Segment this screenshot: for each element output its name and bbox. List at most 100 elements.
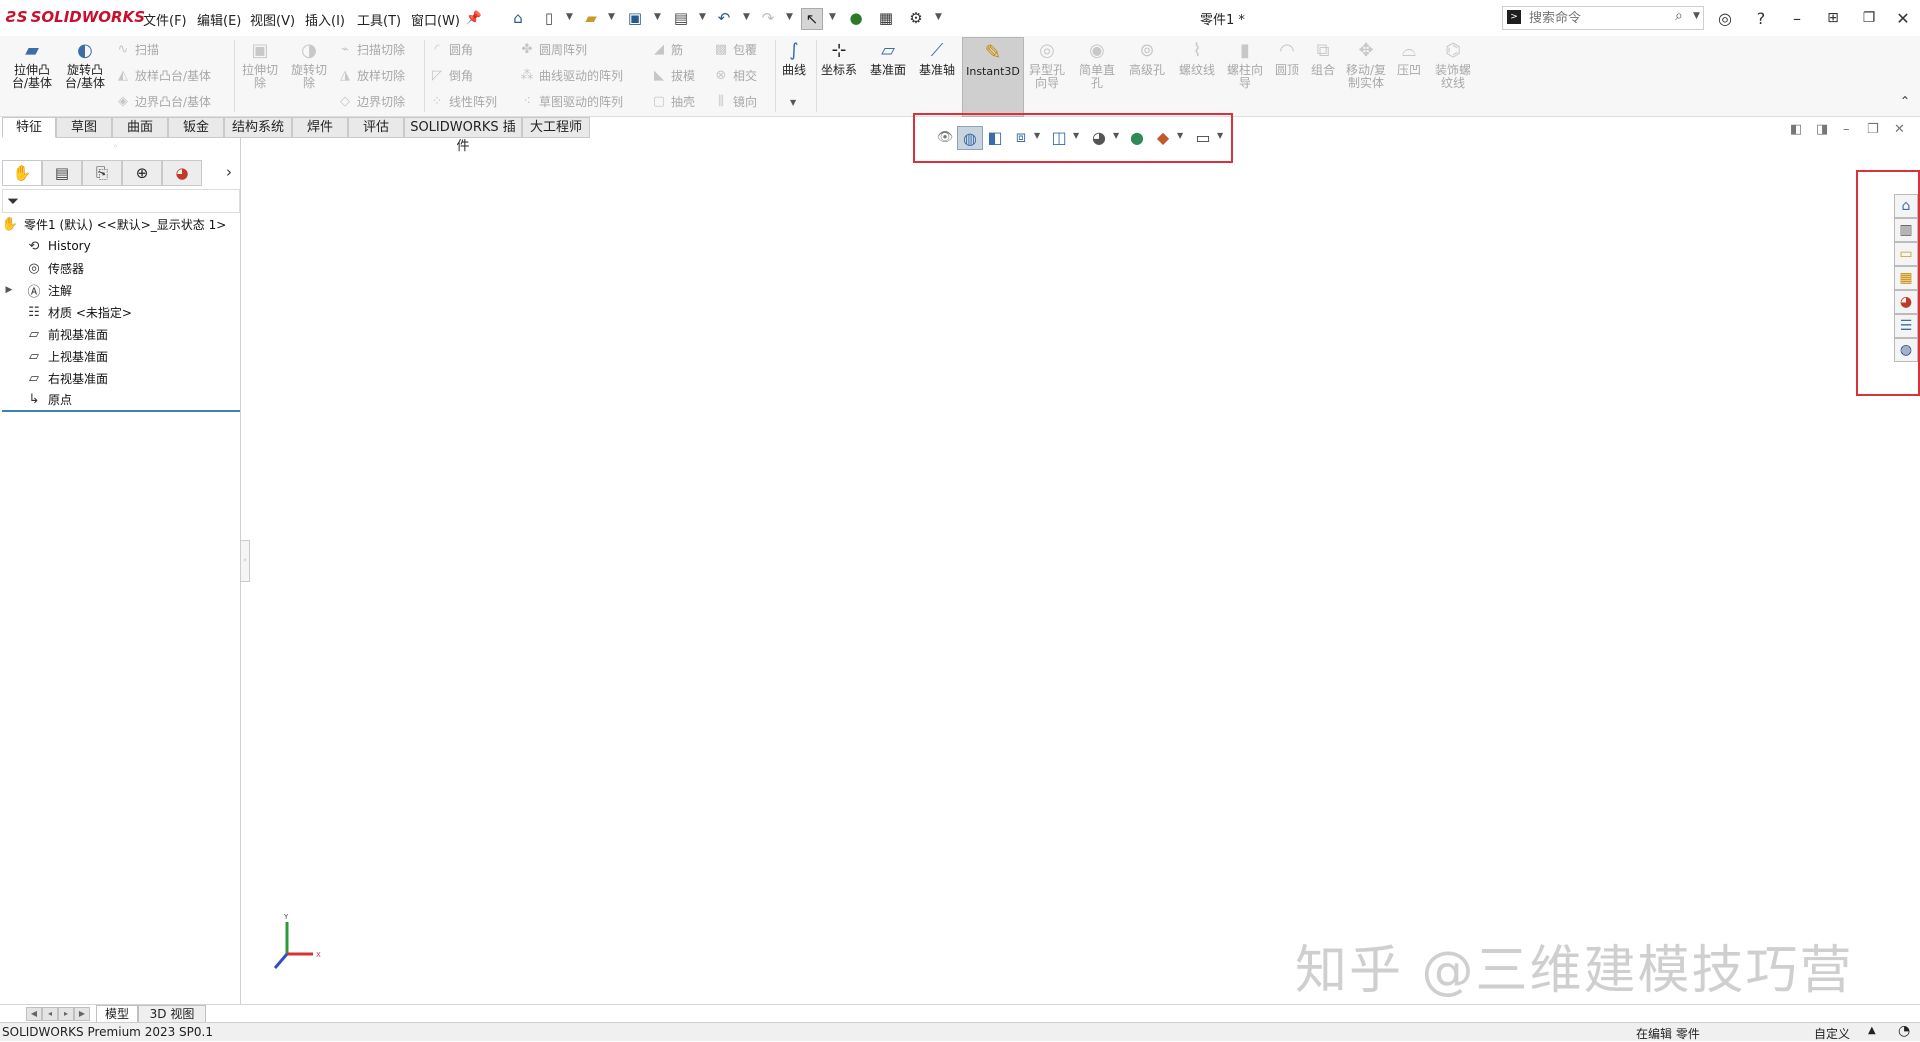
panel-handle-icon[interactable]: ◦	[113, 142, 118, 151]
panel-splitter-handle[interactable]: ◦	[240, 540, 250, 582]
search-icon[interactable]: ⌕	[1675, 8, 1683, 24]
tree-item-material[interactable]: ☷ 材质 <未指定>	[0, 301, 254, 323]
solidworks-resources-home-icon[interactable]: ⌂	[1894, 194, 1918, 218]
collapse-ribbon-icon[interactable]: ⌃	[1900, 94, 1910, 108]
hide-show-items-icon[interactable]: ◕	[1087, 126, 1111, 148]
units-dropdown-icon[interactable]: ▲	[1868, 1025, 1876, 1036]
tree-item-front-plane[interactable]: ▱ 前视基准面	[0, 323, 254, 345]
boundary-button[interactable]: ◈ 边界凸台/基体	[114, 91, 211, 111]
shell-button[interactable]: ▢ 抽壳	[650, 91, 695, 111]
tree-item-origin[interactable]: ↳ 原点	[0, 388, 254, 410]
reference-plane-button[interactable]: ▱ 基准面	[865, 40, 911, 77]
open-dropdown-icon[interactable]: ▼	[608, 12, 615, 22]
print-dropdown-icon[interactable]: ▼	[699, 12, 706, 22]
last-tab-icon[interactable]: ▶	[74, 1007, 90, 1021]
rib-button[interactable]: ◢ 筋	[650, 39, 683, 59]
chamfer-button[interactable]: ◸ 倒角	[428, 65, 473, 85]
appearances-scenes-icon[interactable]: ◕	[1894, 290, 1918, 314]
tab-sketch[interactable]: 草图	[56, 117, 112, 138]
view-palette-icon[interactable]: ▦	[1894, 266, 1918, 290]
menu-file[interactable]: 文件(F)	[143, 10, 187, 29]
account-icon[interactable]: ◎	[1712, 6, 1738, 30]
tree-item-sensors[interactable]: ◎ 传感器	[0, 257, 254, 279]
rebuild-traffic-light-icon[interactable]: ●	[846, 8, 866, 28]
menu-window[interactable]: 窗口(W)	[411, 10, 460, 29]
extrude-boss-button[interactable]: ▰ 拉伸凸台/基体	[9, 40, 55, 90]
hide-show-eye-icon[interactable]: 👁	[933, 126, 957, 148]
solidworks-forum-globe-icon[interactable]: ◍	[1894, 338, 1918, 362]
move-copy-button[interactable]: ✥ 移动/复制实体	[1342, 40, 1390, 90]
stud-wizard-button[interactable]: ▮ 螺柱向导	[1222, 40, 1268, 90]
search-dropdown-icon[interactable]: ▼	[1693, 11, 1700, 21]
combine-button[interactable]: ⧉ 组合	[1300, 40, 1346, 77]
view-settings-dropdown-icon[interactable]: ▼	[1217, 131, 1223, 140]
menu-tools[interactable]: 工具(T)	[357, 10, 401, 29]
units-custom[interactable]: 自定义	[1814, 1025, 1850, 1042]
cosmetic-thread-button[interactable]: ⌬ 装饰螺纹线	[1430, 40, 1476, 90]
new-dropdown-icon[interactable]: ▼	[566, 12, 573, 22]
redo-icon[interactable]: ↷	[758, 8, 778, 28]
linear-pattern-button[interactable]: ⁘ 线性阵列	[428, 91, 497, 111]
minimize-icon[interactable]: –	[1784, 6, 1810, 30]
hole-wizard-button[interactable]: ◎ 异型孔向导	[1024, 40, 1070, 90]
curve-pattern-button[interactable]: ⁂ 曲线驱动的阵列	[518, 65, 624, 85]
viewport-close-icon[interactable]: ✕	[1894, 122, 1905, 137]
annotation-dropdown-icon[interactable]: ▼	[1034, 131, 1040, 140]
custom-properties-icon[interactable]: ☰	[1894, 314, 1918, 338]
viewport-restore-icon[interactable]: ❐	[1867, 122, 1879, 137]
chat-icon[interactable]: ◔	[1898, 1023, 1910, 1039]
apply-scene-icon[interactable]: ◆	[1151, 126, 1175, 148]
circular-pattern-button[interactable]: ✤ 圆周阵列	[518, 39, 587, 59]
menu-edit[interactable]: 编辑(E)	[197, 10, 241, 29]
display-manager-tab-icon[interactable]: ◕	[162, 160, 202, 186]
reference-axis-button[interactable]: ⟋ 基准轴	[914, 40, 960, 77]
viewport-right-pane-icon[interactable]: ◨	[1816, 122, 1828, 137]
first-tab-icon[interactable]: ◀	[26, 1007, 42, 1021]
extrude-cut-button[interactable]: ▣ 拉伸切除	[237, 40, 283, 90]
tab-sheet-metal[interactable]: 钣金	[168, 117, 224, 138]
tab-evaluate[interactable]: 评估	[348, 117, 404, 138]
home-icon[interactable]: ⌂	[508, 8, 528, 28]
solidworks-logo[interactable]: ƧS SOLIDWORKS	[6, 8, 145, 26]
tab-weldments[interactable]: 焊件	[292, 117, 348, 138]
tab-features[interactable]: 特征	[2, 117, 56, 138]
curves-dropdown-icon[interactable]: ▼	[790, 98, 796, 107]
tab-structure-system[interactable]: 结构系统	[224, 117, 292, 138]
draft-button[interactable]: ◣ 拔模	[650, 65, 695, 85]
search-box[interactable]: > ⌕ ▼	[1502, 6, 1704, 30]
panel-more-chevron-icon[interactable]: ›	[226, 163, 232, 181]
sketch-pattern-button[interactable]: ⁖ 草图驱动的阵列	[518, 91, 623, 111]
tree-filter[interactable]: ⏷	[2, 189, 240, 213]
open-folder-icon[interactable]: ▰	[581, 8, 601, 28]
view-settings-monitor-icon[interactable]: ▭	[1191, 126, 1215, 148]
tree-item-right-plane[interactable]: ▱ 右视基准面	[0, 367, 254, 389]
property-manager-tab-icon[interactable]: ▤	[42, 160, 82, 186]
curves-button[interactable]: ∫ 曲线	[771, 40, 817, 77]
tab-engineer[interactable]: 大工程师	[522, 117, 590, 138]
revolve-cut-button[interactable]: ◑ 旋转切除	[286, 40, 332, 90]
menu-view[interactable]: 视图(V)	[250, 10, 295, 29]
simple-hole-button[interactable]: ◉ 简单直孔	[1074, 40, 1120, 90]
pin-icon[interactable]: 📌	[464, 8, 484, 28]
sweep-cut-button[interactable]: ⌁ 扫描切除	[336, 39, 405, 59]
feature-manager-tab-icon[interactable]: ✋	[2, 160, 42, 186]
tree-item-top-plane[interactable]: ▱ 上视基准面	[0, 345, 254, 367]
section-view-icon[interactable]: ◧	[983, 126, 1007, 148]
undo-dropdown-icon[interactable]: ▼	[743, 12, 750, 22]
configuration-manager-tab-icon[interactable]: ⎘	[82, 160, 122, 186]
indent-button[interactable]: ⌓ 压凹	[1386, 40, 1432, 77]
save-dropdown-icon[interactable]: ▼	[654, 12, 661, 22]
sweep-button[interactable]: ∿ 扫描	[114, 39, 159, 59]
loft-button[interactable]: ◭ 放样凸台/基体	[114, 65, 211, 85]
instant3d-button[interactable]: ✎ Instant3D	[962, 37, 1024, 117]
display-style-dropdown-icon[interactable]: ▼	[1073, 131, 1079, 140]
restore-window-icon[interactable]: ❐	[1856, 6, 1882, 30]
menu-insert[interactable]: 插入(I)	[305, 10, 345, 29]
wrap-button[interactable]: ▩ 包覆	[712, 39, 757, 59]
tree-rollback-bar[interactable]	[2, 410, 240, 412]
boundary-cut-button[interactable]: ◇ 边界切除	[336, 91, 405, 111]
tab-solidworks-addins[interactable]: SOLIDWORKS 插件	[404, 117, 522, 154]
coordinate-system-button[interactable]: ⊹ 坐标系	[816, 40, 862, 77]
revolve-boss-button[interactable]: ◐ 旋转凸台/基体	[62, 40, 108, 90]
advanced-hole-button[interactable]: ⊚ 高级孔	[1124, 40, 1170, 77]
